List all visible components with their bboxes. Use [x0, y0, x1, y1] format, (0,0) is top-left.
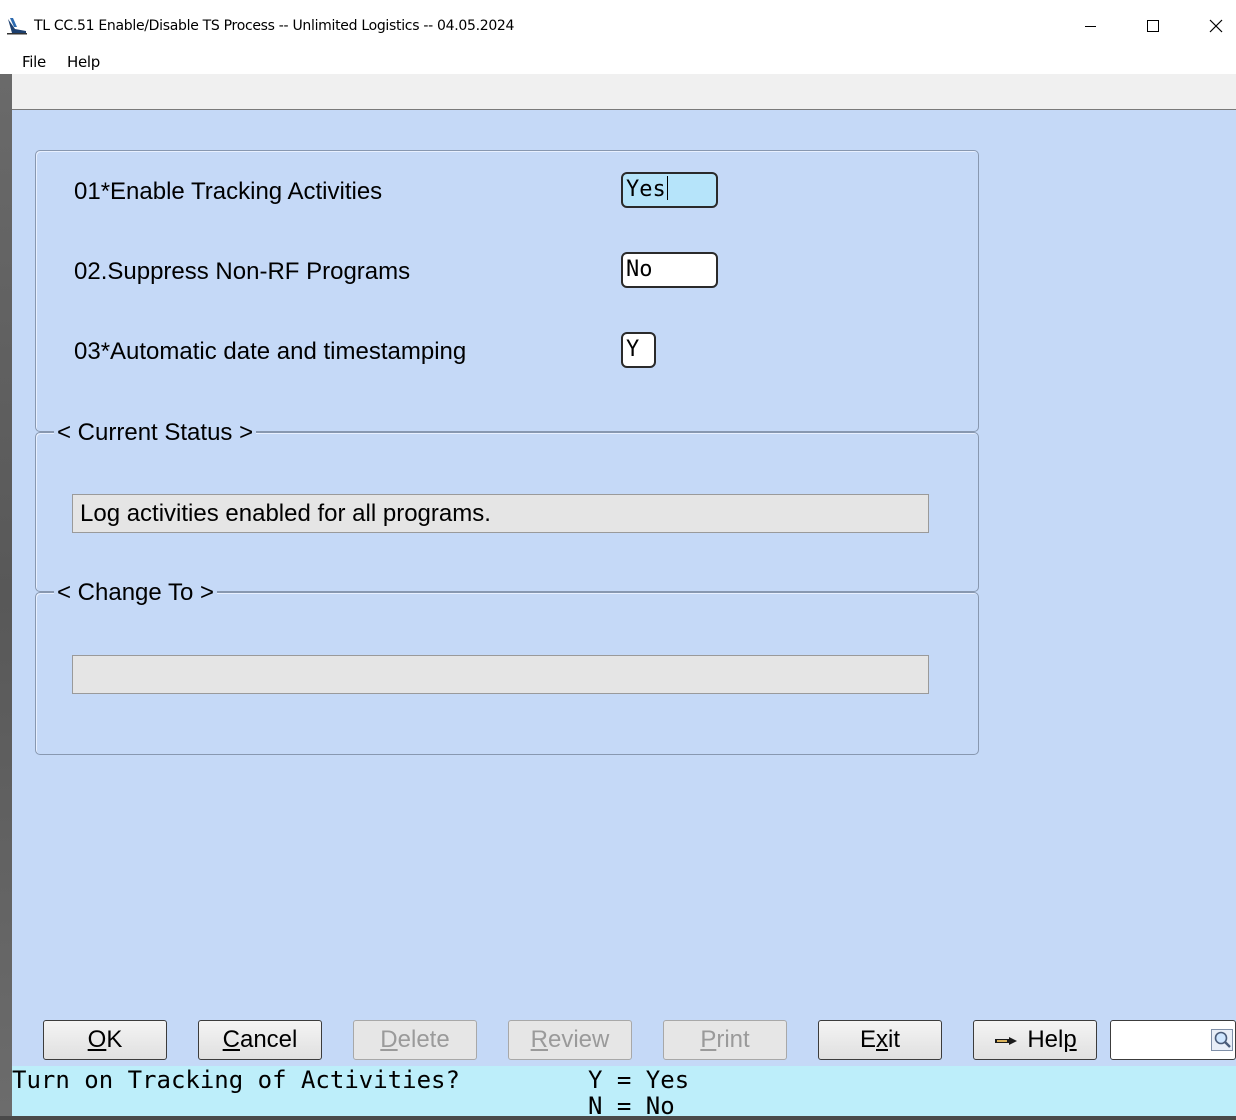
title-bar: TL CC.51 Enable/Disable TS Process -- Un… [0, 0, 1236, 50]
change-to-title: < Change To > [54, 579, 218, 607]
change-to-value [72, 655, 929, 694]
background-edge [0, 74, 12, 1116]
exit-button[interactable]: Exit [818, 1020, 942, 1060]
toolbar [12, 74, 1236, 110]
current-status-title: < Current Status > [54, 419, 257, 447]
enable-tracking-value: Yes [626, 177, 666, 202]
suppress-nonrf-field[interactable]: No [621, 252, 718, 288]
text-caret [666, 176, 668, 200]
review-button[interactable]: Review [508, 1020, 632, 1060]
auto-timestamp-field[interactable]: Y [621, 332, 656, 368]
app-icon [7, 18, 27, 35]
field-label-suppress-nonrf: 02.Suppress Non-RF Programs [74, 258, 411, 285]
delete-button[interactable]: Delete [353, 1020, 477, 1060]
ok-button[interactable]: OK [43, 1020, 167, 1060]
enable-tracking-field[interactable]: Yes [621, 172, 718, 208]
menu-help[interactable]: Help [67, 53, 100, 71]
form-area: 01*Enable Tracking Activities Yes 02.Sup… [12, 110, 1236, 1066]
print-button[interactable]: Print [663, 1020, 787, 1060]
status-prompt: Turn on Tracking of Activities? [12, 1066, 460, 1094]
suppress-nonrf-value: No [626, 257, 653, 282]
help-button[interactable]: Help [973, 1020, 1097, 1060]
magnifier-icon[interactable] [1211, 1029, 1233, 1051]
auto-timestamp-value: Y [626, 337, 640, 362]
current-status-value: Log activities enabled for all programs. [72, 494, 929, 533]
maximize-icon[interactable] [1133, 11, 1173, 41]
search-box[interactable] [1110, 1020, 1236, 1060]
cancel-button[interactable]: Cancel [198, 1020, 322, 1060]
menu-bar: File Help [0, 50, 1236, 74]
field-label-auto-timestamp: 03*Automatic date and timestamping [74, 338, 467, 365]
window-title: TL CC.51 Enable/Disable TS Process -- Un… [34, 18, 515, 34]
menu-file[interactable]: File [22, 53, 46, 71]
field-label-enable-tracking: 01*Enable Tracking Activities [74, 178, 383, 205]
status-option-yes: Y = Yes [588, 1066, 690, 1094]
pointing-hand-icon [995, 1036, 1018, 1045]
minimize-icon[interactable] [1070, 11, 1110, 41]
close-icon[interactable] [1196, 11, 1236, 41]
